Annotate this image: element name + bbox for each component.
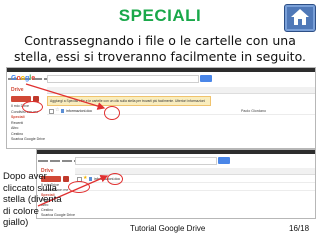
page-number: 16/18 bbox=[289, 224, 310, 233]
arrow-to-star bbox=[25, 83, 106, 110]
caption-text: Dopo aver cliccato sulla stella (diventa… bbox=[3, 171, 62, 228]
footer-title: Tutorial Google Drive bbox=[130, 224, 206, 233]
